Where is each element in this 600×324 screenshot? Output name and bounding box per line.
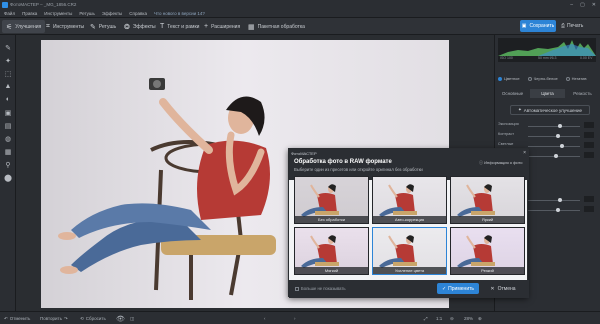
auto-enhance-button[interactable]: ✦ Автоматическое улучшение: [510, 105, 590, 115]
eyedropper-tool-icon[interactable]: ⚲: [0, 158, 16, 171]
dialog-titlebar: ФотоМАСТЕР ×: [289, 149, 529, 157]
printer-icon: ⎙: [561, 23, 566, 29]
menu-help[interactable]: Справка: [129, 11, 147, 16]
main-toolbar: ⚟ Улучшения ⌗ Инструменты ✎ Ретушь ❂ Эффекты…: [0, 18, 600, 35]
raw-processing-dialog: ФотоМАСТЕР × Обработка фото в RAW формат…: [288, 148, 529, 298]
title-bar: ФотоМАСТЕР – _MG_1856.CR2 – ▢ ✕: [0, 0, 600, 9]
circle-tool-icon[interactable]: ⬤: [0, 171, 16, 184]
preset-thumb[interactable]: Авто-коррекция: [372, 176, 447, 224]
eye-icon[interactable]: 👁: [116, 314, 125, 323]
sliders-icon: ⚟: [6, 23, 13, 31]
fit-icon[interactable]: ⤢: [424, 314, 428, 323]
reset-icon: ⟲: [80, 315, 84, 321]
mode-color[interactable]: Цветное: [498, 76, 520, 81]
dialog-close-icon[interactable]: ×: [523, 150, 526, 156]
zoom-in-icon[interactable]: ⊕: [478, 314, 482, 323]
preset-thumb[interactable]: Без обработки: [294, 176, 369, 224]
minimize-icon[interactable]: –: [570, 2, 573, 8]
color-mode-group: Цветное Черно-белое Негатив: [498, 76, 586, 81]
gradient-tool-icon[interactable]: ▦: [0, 145, 16, 158]
batch-icon: ▦: [248, 23, 255, 31]
save-button[interactable]: ▣ Сохранить: [520, 20, 556, 32]
check-icon: ✓: [441, 285, 447, 292]
layers-tool-icon[interactable]: ▤: [0, 119, 16, 132]
crop-icon: ⌗: [46, 22, 50, 30]
menu-retouch[interactable]: Ретушь: [79, 11, 94, 16]
sparkle-icon: ✦: [517, 107, 522, 112]
plus-icon: +: [204, 23, 209, 30]
dialog-footer: Больше не показывать ✓ Применить ✕ Отмена: [289, 280, 529, 298]
tool-effects[interactable]: ❂ Эффекты: [120, 20, 160, 33]
menu-bar: Файл Правка Инструменты Ретушь Эффекты С…: [0, 9, 600, 18]
histo-ev: 0.00 EV: [580, 56, 593, 60]
dialog-window-title: ФотоМАСТЕР: [291, 150, 317, 156]
maximize-icon[interactable]: ▢: [580, 2, 585, 8]
tool-tools[interactable]: ⌗ Инструменты: [42, 20, 88, 33]
frame-tool-icon[interactable]: ▣: [0, 106, 16, 119]
menu-effects[interactable]: Эффекты: [102, 11, 122, 16]
tool-enhance[interactable]: ⚟ Улучшения: [2, 20, 46, 33]
preset-thumb[interactable]: Яркий: [450, 176, 525, 224]
window-controls: – ▢ ✕: [570, 2, 596, 8]
mode-bw[interactable]: Черно-белое: [527, 76, 558, 81]
histo-iso: ISO 100: [500, 56, 513, 60]
magic-tool-icon[interactable]: ✦: [0, 54, 16, 67]
blur-tool-icon[interactable]: ◍: [0, 132, 16, 145]
bottom-bar: ↶ Отменить Повторить ↷ ⟲ Сбросить 👁 ◫ ‹ › ⤢…: [0, 311, 600, 324]
next-icon[interactable]: ›: [294, 314, 296, 323]
panel-tabs: Основные Цвета Резкость: [495, 89, 600, 98]
apply-button[interactable]: ✓ Применить: [437, 283, 479, 294]
sharpen-tool-icon[interactable]: ▲: [0, 80, 16, 93]
undo-button[interactable]: ↶ Отменить: [4, 314, 30, 323]
app-logo-icon: [2, 1, 8, 8]
effects-icon: ❂: [124, 23, 130, 31]
tone-tool-icon[interactable]: ◐: [0, 93, 16, 106]
tool-retouch[interactable]: ✎ Ретушь: [86, 20, 120, 33]
tab-sharpness[interactable]: Резкость: [565, 89, 600, 98]
close-x-icon: ✕: [490, 285, 495, 292]
dialog-subtitle: Выберите один из пресетов или откройте о…: [294, 167, 423, 172]
close-icon[interactable]: ✕: [592, 2, 596, 8]
menu-file[interactable]: Файл: [4, 11, 15, 16]
tool-extensions[interactable]: + Расширения: [200, 20, 244, 33]
mode-negative[interactable]: Негатив: [565, 76, 586, 81]
dont-show-checkbox[interactable]: Больше не показывать: [295, 286, 346, 291]
print-button[interactable]: ⎙ Печать: [561, 20, 583, 32]
dialog-title: Обработка фото в RAW формате: [294, 159, 392, 165]
tool-batch[interactable]: ▦ Пакетная обработка: [244, 20, 309, 33]
undo-icon: ↶: [4, 315, 8, 321]
preset-thumb[interactable]: Мягкий: [294, 227, 369, 275]
left-toolbar: ✎ ✦ ⬚ ▲ ◐ ▣ ▤ ◍ ▦ ⚲ ⬤: [0, 35, 16, 311]
menu-whats-new[interactable]: Что нового в версии 14?: [154, 11, 205, 16]
preset-thumb[interactable]: Резкий: [450, 227, 525, 275]
cancel-button[interactable]: ✕ Отмена: [483, 283, 523, 294]
preset-grid: Без обработки Авто-коррекция Яркий Мягки…: [294, 176, 525, 277]
tool-text-frames[interactable]: T Текст и рамки: [156, 20, 203, 33]
prev-icon[interactable]: ‹: [264, 314, 266, 323]
slider-contrast[interactable]: Контраст: [498, 132, 596, 140]
histogram: ISO 100 50 mm f/6.3 0.00 EV: [498, 38, 596, 62]
tab-basic[interactable]: Основные: [495, 89, 530, 98]
menu-edit[interactable]: Правка: [22, 11, 37, 16]
zoom-ratio[interactable]: 1:1: [436, 314, 442, 323]
reset-button[interactable]: ⟲ Сбросить: [80, 314, 106, 323]
histogram-graph: [498, 40, 596, 56]
preset-thumb-selected[interactable]: Усиление цвета: [372, 227, 447, 275]
histo-lens: 50 mm f/6.3: [538, 56, 557, 60]
window-title: ФотоМАСТЕР – _MG_1856.CR2: [10, 2, 77, 7]
pencil-tool-icon[interactable]: ✎: [0, 41, 16, 54]
save-icon: ▣: [521, 23, 527, 29]
photo-info-link[interactable]: ⓘ Информация о фото: [479, 160, 523, 166]
redo-icon: ↷: [63, 315, 68, 321]
compare-icon[interactable]: ◫: [130, 314, 134, 323]
text-icon: T: [160, 23, 165, 30]
zoom-out-icon[interactable]: ⊖: [450, 314, 454, 323]
select-tool-icon[interactable]: ⬚: [0, 67, 16, 80]
brush-icon: ✎: [90, 23, 96, 31]
zoom-level: 28%: [464, 316, 474, 321]
redo-button[interactable]: Повторить ↷: [40, 314, 68, 323]
slider-exposure[interactable]: Экспозиция: [498, 122, 596, 130]
menu-tools[interactable]: Инструменты: [44, 11, 72, 16]
tab-colors[interactable]: Цвета: [530, 89, 565, 98]
